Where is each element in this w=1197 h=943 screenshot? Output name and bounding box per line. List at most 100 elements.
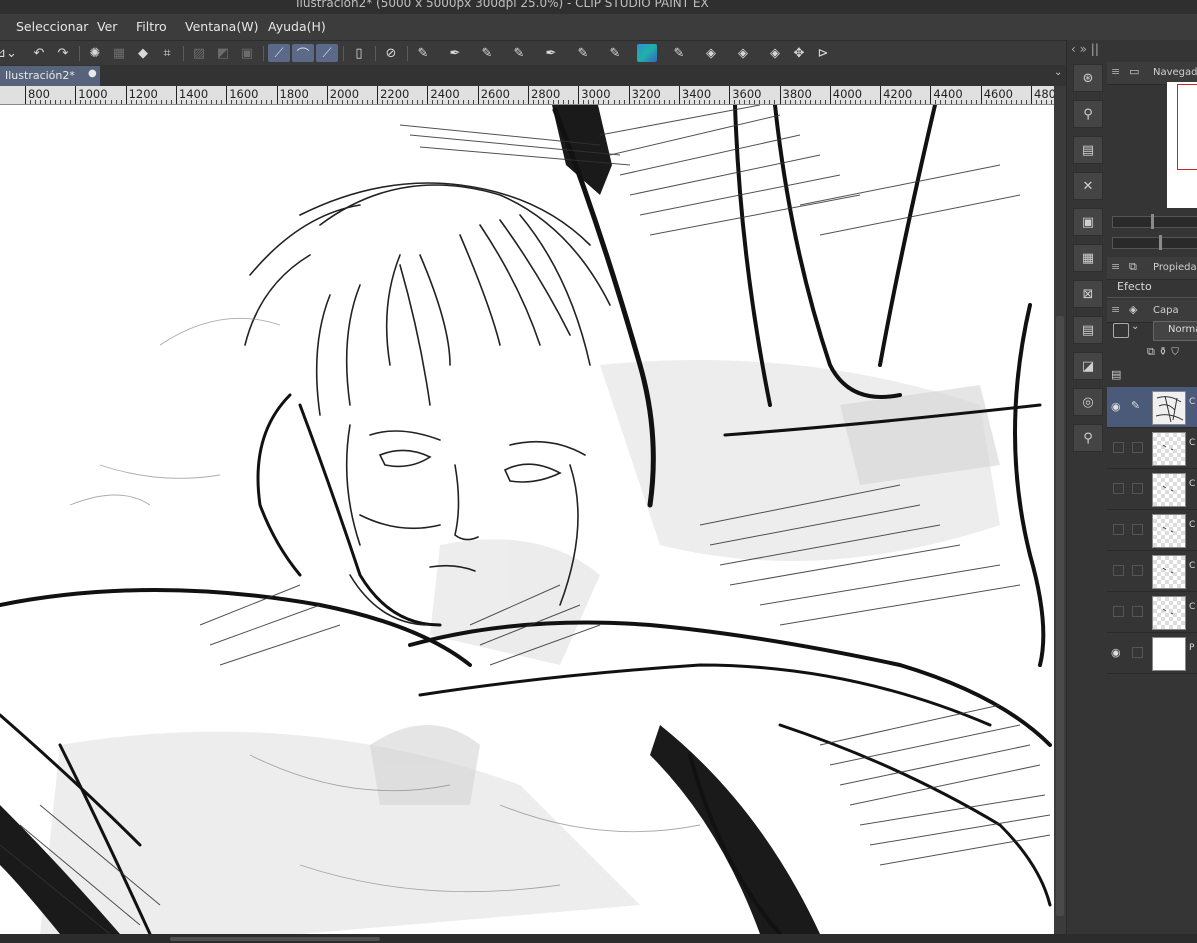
menu-seleccionar[interactable]: Seleccionar <box>16 19 88 34</box>
menu-ayuda[interactable]: Ayuda(H) <box>268 19 326 34</box>
menu-filtro[interactable]: Filtro <box>136 19 167 34</box>
pencil-icon[interactable]: ✎ <box>508 44 530 62</box>
brush3-icon[interactable]: ✎ <box>604 44 626 62</box>
move-icon[interactable]: ✥ <box>788 44 810 62</box>
layer-thumbnail[interactable] <box>1152 596 1186 630</box>
layer-color-icon[interactable] <box>1113 323 1129 338</box>
panel-menu-icon[interactable]: ≡ <box>1111 303 1120 316</box>
ruler-curve-icon[interactable]: ⌒ <box>292 44 314 63</box>
color-swatch-icon[interactable] <box>637 44 657 62</box>
eraser-icon[interactable]: ◈ <box>700 44 722 62</box>
layer-row[interactable]: C <box>1107 469 1197 510</box>
ruler-line-icon[interactable]: ⟋ <box>268 44 290 62</box>
layer-row[interactable]: C <box>1107 428 1197 469</box>
chevron-down-icon[interactable]: ⌄ <box>1054 67 1062 78</box>
layer-panel-header[interactable]: ≡ ◈ Capa <box>1107 300 1197 323</box>
tool-property-icon[interactable]: ▤ <box>1073 136 1103 164</box>
animation-icon[interactable]: ⚲ <box>1073 424 1103 452</box>
eye-icon[interactable]: ◉ <box>1111 400 1121 413</box>
redo-icon[interactable]: ↷ <box>52 44 74 62</box>
layer-lock-checkbox[interactable] <box>1132 483 1143 494</box>
brush-size-icon[interactable]: ✕ <box>1073 172 1103 200</box>
rotate-slider[interactable] <box>1112 235 1197 250</box>
selection-loading-icon[interactable]: ✺ <box>84 44 106 62</box>
panel-menu-icon[interactable]: ≡ <box>1111 260 1120 273</box>
undo-icon[interactable]: ↶ <box>28 44 50 62</box>
ruler-minor-tick <box>412 100 414 104</box>
selection-grid-icon[interactable]: ▦ <box>108 44 130 62</box>
pen3-icon[interactable]: ✎ <box>668 44 690 62</box>
device-icon[interactable]: ▯ <box>348 44 370 62</box>
document-tab[interactable]: Ilustración2* ● <box>0 66 100 86</box>
layer-thumbnail[interactable] <box>1152 637 1186 671</box>
crop-icon[interactable]: ⌗ <box>156 44 178 62</box>
visibility-checkbox[interactable] <box>1113 524 1124 535</box>
drawing-canvas[interactable] <box>0 105 1054 934</box>
snap-off-icon[interactable]: ▨ <box>188 44 210 62</box>
layer-lock-checkbox[interactable] <box>1132 442 1143 453</box>
zoom-slider[interactable] <box>1112 214 1197 229</box>
eraser3-icon[interactable]: ◈ <box>764 44 786 62</box>
subview-icon[interactable]: ⚲ <box>1073 100 1103 128</box>
layer-row[interactable]: ◉ P <box>1107 633 1197 674</box>
visibility-checkbox[interactable] <box>1113 606 1124 617</box>
ruler-major-tick <box>377 86 379 104</box>
material-icon[interactable]: ◎ <box>1073 388 1103 416</box>
ruler-minor-tick <box>759 100 761 104</box>
layer-thumbnail[interactable] <box>1152 473 1186 507</box>
flip-icon[interactable]: ⊳ <box>812 44 834 62</box>
layer-row[interactable]: C <box>1107 592 1197 633</box>
brush2-icon[interactable]: ✎ <box>572 44 594 62</box>
history-icon[interactable]: ▦ <box>1073 244 1103 272</box>
layer-thumbnail[interactable] <box>1152 555 1186 589</box>
scrollbar-thumb[interactable] <box>1056 316 1064 916</box>
layer-search-icon[interactable]: ▤ <box>1073 316 1103 344</box>
shortcut-icon[interactable]: ⊘ <box>380 44 402 62</box>
layer-lock-checkbox[interactable] <box>1132 647 1143 658</box>
panel-collapse-arrows[interactable]: ‹ » || <box>1071 42 1099 56</box>
visibility-checkbox[interactable] <box>1113 442 1124 453</box>
properties-panel-header[interactable]: ≡ ⧉ Propiedad <box>1107 257 1197 280</box>
navigator-preview[interactable] <box>1167 82 1197 208</box>
menu-ventana[interactable]: Ventana(W) <box>185 19 258 34</box>
layer-lock-icons[interactable]: ⧉ ⚱ ⛉ <box>1147 345 1179 359</box>
pen2-icon[interactable]: ✒ <box>444 44 466 62</box>
layer-icon[interactable]: ⊿⌄ <box>0 44 17 62</box>
pen-icon[interactable]: ✎ <box>412 44 434 62</box>
ruler-label: 2800 <box>531 87 561 101</box>
navigator-viewport-frame[interactable] <box>1177 84 1197 170</box>
layer-lock-checkbox[interactable] <box>1132 524 1143 535</box>
ruler-ellipse-icon[interactable]: ⟋ <box>316 44 338 62</box>
marker-icon[interactable]: ✎ <box>476 44 498 62</box>
eye-icon[interactable]: ◉ <box>1111 646 1121 659</box>
layer-thumbnail[interactable] <box>1152 514 1186 548</box>
color-wheel-icon[interactable]: ⊠ <box>1073 280 1103 308</box>
layer-thumbnail[interactable] <box>1152 432 1186 466</box>
panel-menu-icon[interactable]: ≡ <box>1111 65 1120 78</box>
chevron-down-icon[interactable]: ⌄ <box>1131 321 1139 332</box>
fill-icon[interactable]: ◆ <box>132 44 154 62</box>
horizontal-scrollbar-thumb[interactable] <box>170 937 380 941</box>
layer-row[interactable]: C <box>1107 510 1197 551</box>
layer-lock-checkbox[interactable] <box>1132 565 1143 576</box>
navigator-icon[interactable]: ⊛ <box>1073 64 1103 92</box>
ruler-minor-tick <box>382 100 384 104</box>
layer-list-icon[interactable]: ▤ <box>1111 368 1121 381</box>
blend-mode-select[interactable]: Norma <box>1153 321 1197 341</box>
ruler-minor-tick <box>975 100 977 104</box>
menu-ver[interactable]: Ver <box>97 19 117 34</box>
eraser2-icon[interactable]: ◈ <box>732 44 754 62</box>
snap-grid-icon[interactable]: ▣ <box>236 44 258 62</box>
layer-row[interactable]: ◉ ✎ C <box>1107 387 1197 428</box>
canvas-vertical-scrollbar[interactable] <box>1054 86 1066 934</box>
brush-icon[interactable]: ✒ <box>540 44 562 62</box>
visibility-checkbox[interactable] <box>1113 565 1124 576</box>
layer-property-icon[interactable]: ▣ <box>1073 208 1103 236</box>
snap-ruler-icon[interactable]: ◩ <box>212 44 234 62</box>
canvas-horizontal-scrollbar[interactable] <box>0 934 1197 943</box>
layer-lock-checkbox[interactable] <box>1132 606 1143 617</box>
layer-row[interactable]: C <box>1107 551 1197 592</box>
layer-thumbnail[interactable] <box>1152 391 1186 425</box>
layer-comp-icon[interactable]: ◪ <box>1073 352 1103 380</box>
visibility-checkbox[interactable] <box>1113 483 1124 494</box>
